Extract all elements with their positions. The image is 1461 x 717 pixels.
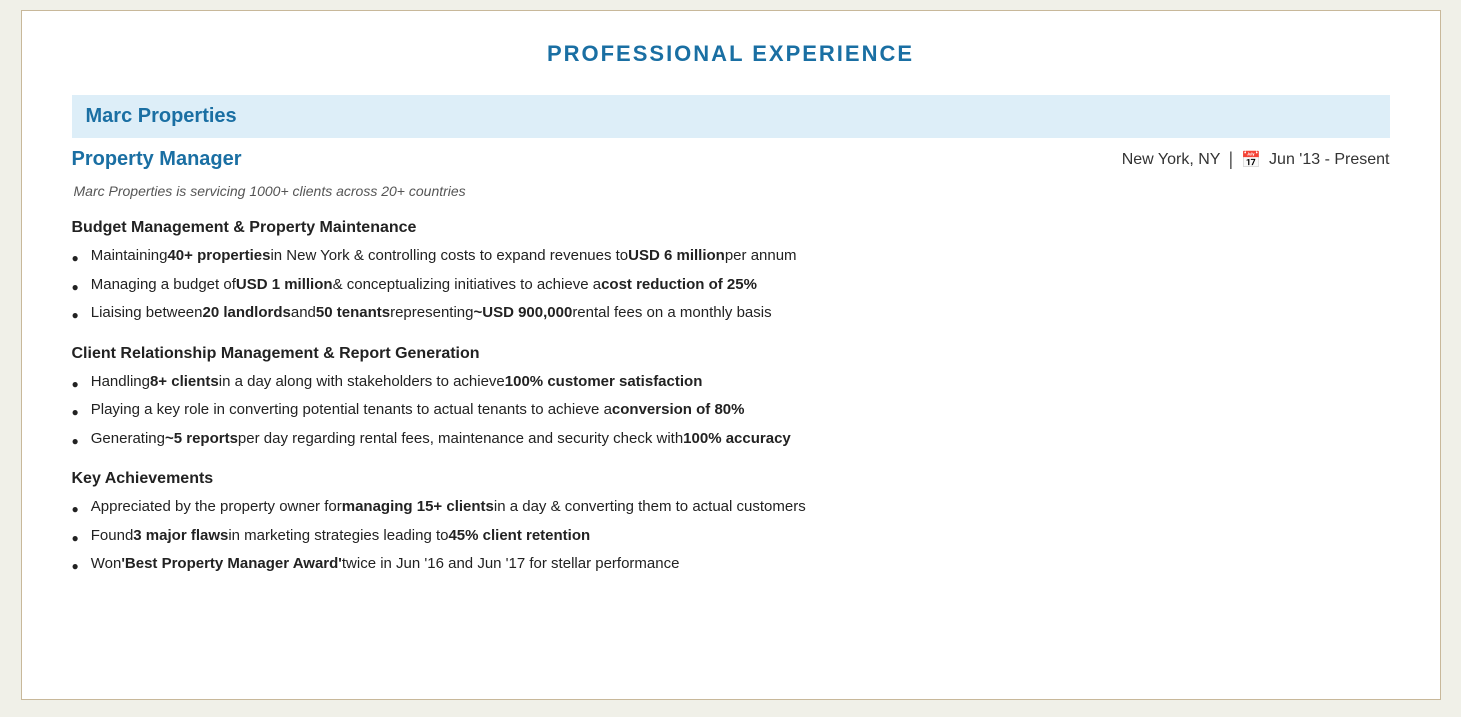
calendar-icon: 📅 bbox=[1241, 150, 1261, 170]
normal-text: Handling bbox=[91, 371, 150, 394]
normal-text: Playing a key role in converting potenti… bbox=[91, 399, 612, 422]
normal-text: Generating bbox=[91, 428, 165, 451]
normal-text: in New York & controlling costs to expan… bbox=[270, 245, 628, 268]
job-location: New York, NY bbox=[1122, 151, 1221, 169]
list-item-2-2: Won 'Best Property Manager Award' twice … bbox=[72, 553, 1390, 576]
bold-text: 45% client retention bbox=[448, 525, 590, 548]
normal-text: and bbox=[291, 302, 316, 325]
normal-text: rental fees on a monthly basis bbox=[572, 302, 771, 325]
subsection-title-0: Budget Management & Property Maintenance bbox=[72, 219, 1390, 237]
bold-text: 20 landlords bbox=[203, 302, 291, 325]
bold-text: managing 15+ clients bbox=[342, 496, 494, 519]
bullet-list-1: Handling 8+ clients in a day along with … bbox=[72, 371, 1390, 451]
subsection-0: Budget Management & Property Maintenance… bbox=[72, 219, 1390, 325]
list-item-0-1: Managing a budget of USD 1 million & con… bbox=[72, 274, 1390, 297]
normal-text: Appreciated by the property owner for bbox=[91, 496, 342, 519]
bold-text: 100% customer satisfaction bbox=[505, 371, 703, 394]
section-title: PROFESSIONAL EXPERIENCE bbox=[72, 41, 1390, 67]
bold-text: USD 1 million bbox=[236, 274, 333, 297]
normal-text: in a day & converting them to actual cus… bbox=[494, 496, 806, 519]
list-item-1-2: Generating ~5 reports per day regarding … bbox=[72, 428, 1390, 451]
bold-text: 40+ properties bbox=[167, 245, 270, 268]
bold-text: 3 major flaws bbox=[133, 525, 228, 548]
resume-container: PROFESSIONAL EXPERIENCE Marc Properties … bbox=[21, 10, 1441, 700]
normal-text: per annum bbox=[725, 245, 797, 268]
list-item-0-0: Maintaining 40+ properties in New York &… bbox=[72, 245, 1390, 268]
list-item-1-0: Handling 8+ clients in a day along with … bbox=[72, 371, 1390, 394]
bold-text: 50 tenants bbox=[316, 302, 390, 325]
normal-text: per day regarding rental fees, maintenan… bbox=[238, 428, 683, 451]
list-item-2-1: Found 3 major flaws in marketing strateg… bbox=[72, 525, 1390, 548]
bold-text: cost reduction of 25% bbox=[601, 274, 757, 297]
list-item-2-0: Appreciated by the property owner for ma… bbox=[72, 496, 1390, 519]
bold-text: 8+ clients bbox=[150, 371, 219, 394]
job-row: Property Manager New York, NY | 📅 Jun '1… bbox=[72, 144, 1390, 175]
bold-text: 'Best Property Manager Award' bbox=[121, 553, 342, 576]
normal-text: Liaising between bbox=[91, 302, 203, 325]
subsection-2: Key Achievements Appreciated by the prope… bbox=[72, 470, 1390, 576]
bold-text: ~5 reports bbox=[165, 428, 238, 451]
subsections-container: Budget Management & Property Maintenance… bbox=[72, 219, 1390, 576]
meta-separator: | bbox=[1228, 149, 1233, 170]
subsection-title-2: Key Achievements bbox=[72, 470, 1390, 488]
bullet-list-0: Maintaining 40+ properties in New York &… bbox=[72, 245, 1390, 325]
subsection-title-1: Client Relationship Management & Report … bbox=[72, 345, 1390, 363]
normal-text: Found bbox=[91, 525, 134, 548]
subsection-1: Client Relationship Management & Report … bbox=[72, 345, 1390, 451]
normal-text: Managing a budget of bbox=[91, 274, 236, 297]
normal-text: twice in Jun '16 and Jun '17 for stellar… bbox=[342, 553, 680, 576]
company-name: Marc Properties bbox=[86, 105, 237, 127]
bullet-list-2: Appreciated by the property owner for ma… bbox=[72, 496, 1390, 576]
job-title: Property Manager bbox=[72, 148, 242, 171]
normal-text: in marketing strategies leading to bbox=[228, 525, 448, 548]
normal-text: representing bbox=[390, 302, 473, 325]
bold-text: USD 6 million bbox=[628, 245, 725, 268]
list-item-0-2: Liaising between 20 landlords and 50 ten… bbox=[72, 302, 1390, 325]
list-item-1-1: Playing a key role in converting potenti… bbox=[72, 399, 1390, 422]
normal-text: & conceptualizing initiatives to achieve… bbox=[333, 274, 602, 297]
company-description: Marc Properties is servicing 1000+ clien… bbox=[72, 183, 1390, 199]
job-date-range: Jun '13 - Present bbox=[1269, 151, 1389, 169]
normal-text: Won bbox=[91, 553, 122, 576]
job-meta: New York, NY | 📅 Jun '13 - Present bbox=[1122, 149, 1390, 170]
bold-text: ~USD 900,000 bbox=[473, 302, 572, 325]
normal-text: Maintaining bbox=[91, 245, 168, 268]
company-header: Marc Properties bbox=[72, 95, 1390, 138]
normal-text: in a day along with stakeholders to achi… bbox=[219, 371, 505, 394]
bold-text: conversion of 80% bbox=[612, 399, 745, 422]
bold-text: 100% accuracy bbox=[683, 428, 791, 451]
